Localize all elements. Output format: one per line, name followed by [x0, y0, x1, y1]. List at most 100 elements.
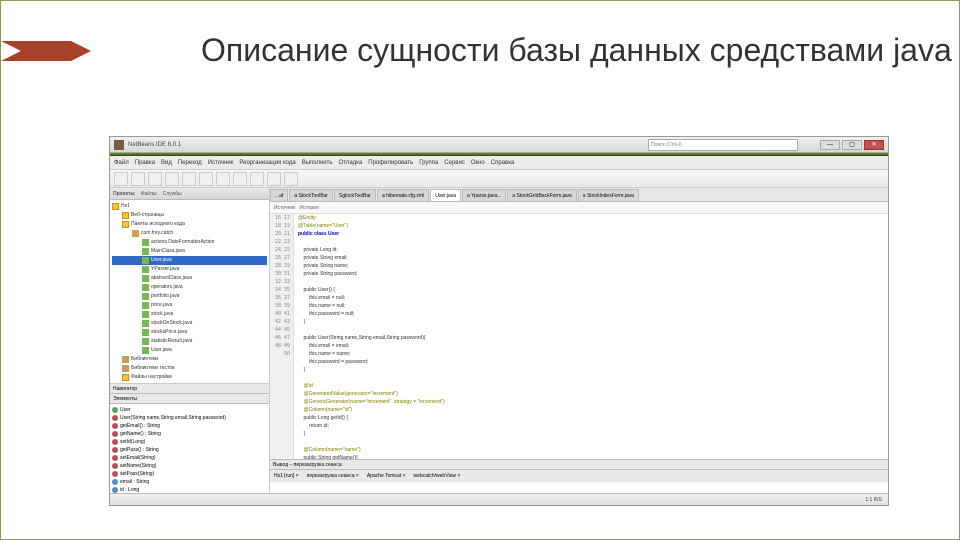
tree-item[interactable]: Пакеты исходного кода: [112, 220, 267, 229]
editor-tab[interactable]: a StockGridBackForm.java: [507, 189, 576, 201]
editor-tab[interactable]: a hibernate.cfg.xml: [377, 189, 429, 201]
tree-item[interactable]: Библиотеки: [112, 355, 267, 364]
menu-item[interactable]: Отладка: [339, 160, 363, 166]
nav-label: User(String name,String email,String pas…: [120, 414, 226, 422]
clean-build-icon[interactable]: [233, 172, 247, 186]
java-icon: [142, 329, 149, 336]
java-icon: [142, 239, 149, 246]
crumb-history[interactable]: История: [299, 205, 318, 211]
search-input[interactable]: Поиск (Ctrl+I): [648, 139, 798, 151]
output-tab[interactable]: webcatch/webView ×: [414, 473, 461, 479]
menu-item[interactable]: Сервис: [444, 160, 465, 166]
crumb-source[interactable]: Источник: [274, 205, 295, 211]
menu-item[interactable]: Переход: [178, 160, 202, 166]
tree-item[interactable]: MainClass.java: [112, 247, 267, 256]
menu-item[interactable]: Выполнить: [302, 160, 333, 166]
editor-tab[interactable]: a StockIndexForm.java: [578, 189, 639, 201]
tree-item[interactable]: stocksPrice.java: [112, 328, 267, 337]
nav-item[interactable]: getPass() : String: [112, 446, 267, 454]
tree-item[interactable]: price.java: [112, 301, 267, 310]
code-editor[interactable]: @Entity @Table(name="User") public class…: [294, 214, 888, 459]
debug-icon[interactable]: [267, 172, 281, 186]
slide-title: Описание сущности базы данных средствами…: [201, 31, 952, 69]
nav-item[interactable]: User: [112, 406, 267, 414]
profile-icon[interactable]: [284, 172, 298, 186]
toolbar: [110, 170, 888, 188]
menu-item[interactable]: Вид: [161, 160, 172, 166]
java-icon: [142, 302, 149, 309]
output-body: [270, 482, 888, 493]
java-icon: [142, 257, 149, 264]
lib-icon: [122, 356, 129, 363]
menu-item[interactable]: Правка: [135, 160, 155, 166]
menu-item[interactable]: Файл: [114, 160, 129, 166]
folder-icon: [112, 203, 119, 210]
menubar: Файл Правка Вид Переход Источник Реорганизаци…: [110, 156, 888, 170]
class-icon: [112, 407, 118, 413]
tree-item[interactable]: Веб-страницы: [112, 211, 267, 220]
navigator-sub[interactable]: Элементы: [110, 394, 269, 404]
tree-item[interactable]: Библиотеки тестов: [112, 364, 267, 373]
tree-item[interactable]: statisticResult.java: [112, 337, 267, 346]
method-icon: [112, 455, 118, 461]
output-tab[interactable]: Apache Tomcat ×: [367, 473, 406, 479]
menu-item[interactable]: Реорганизация кода: [239, 160, 295, 166]
menu-item[interactable]: Источник: [208, 160, 234, 166]
editor-tab[interactable]: SglockToolBar: [334, 189, 376, 201]
editor-tab[interactable]: a Yparse.java...: [462, 189, 506, 201]
editor-tab[interactable]: a StockToolBar: [289, 189, 333, 201]
build-icon[interactable]: [216, 172, 230, 186]
tree-item[interactable]: portfolio.java: [112, 292, 267, 301]
nav-item[interactable]: setPass(String): [112, 470, 267, 478]
tree-item[interactable]: actions.DateFormatterAction: [112, 238, 267, 247]
redo-icon[interactable]: [199, 172, 213, 186]
method-icon: [112, 471, 118, 477]
open-icon[interactable]: [148, 172, 162, 186]
tree-item[interactable]: Hs1: [112, 202, 267, 211]
nav-item[interactable]: setId(Long): [112, 438, 267, 446]
maximize-button[interactable]: ▢: [842, 140, 862, 150]
output-tab[interactable]: перезагрузка сеанса ×: [307, 473, 359, 479]
pkg-icon: [132, 230, 139, 237]
tree-item[interactable]: stock.java: [112, 310, 267, 319]
menu-item[interactable]: Окно: [471, 160, 485, 166]
nav-item[interactable]: getName() : String: [112, 430, 267, 438]
nav-item[interactable]: email : String: [112, 478, 267, 486]
tree-item[interactable]: User.java: [112, 346, 267, 355]
tree-item[interactable]: abstractClass.java: [112, 274, 267, 283]
tree-item[interactable]: com.frey.catch: [112, 229, 267, 238]
nav-item[interactable]: setEmail(String): [112, 454, 267, 462]
menu-item[interactable]: Справка: [491, 160, 515, 166]
tree-item[interactable]: stockOnStock.java: [112, 319, 267, 328]
menu-item[interactable]: Группа: [419, 160, 438, 166]
minimize-button[interactable]: —: [820, 140, 840, 150]
panel-tab[interactable]: Файлы: [141, 191, 157, 197]
nav-label: id : Long: [120, 486, 139, 493]
tree-item[interactable]: Файлы настройки: [112, 373, 267, 382]
undo-icon[interactable]: [182, 172, 196, 186]
tree-item[interactable]: operators.java: [112, 283, 267, 292]
tree-item[interactable]: YParser.java: [112, 265, 267, 274]
panel-tab[interactable]: Проекты: [113, 191, 135, 197]
nav-item[interactable]: getEmail() : String: [112, 422, 267, 430]
new-file-icon[interactable]: [114, 172, 128, 186]
navigator-header: Навигатор: [110, 384, 269, 394]
nav-item[interactable]: setName(String): [112, 462, 267, 470]
output-tabs: Hs1 [run] × перезагрузка сеанса × Apache T…: [270, 470, 888, 482]
close-button[interactable]: ✕: [864, 140, 884, 150]
nav-item[interactable]: id : Long: [112, 486, 267, 493]
titlebar[interactable]: NetBeans IDE 8.0.1 Поиск (Ctrl+I) — ▢ ✕: [110, 137, 888, 153]
run-icon[interactable]: [250, 172, 264, 186]
method-icon: [112, 431, 118, 437]
output-tab[interactable]: Hs1 [run] ×: [274, 473, 299, 479]
nav-item[interactable]: User(String name,String email,String pas…: [112, 414, 267, 422]
tree-label: Файлы настройки: [131, 373, 172, 382]
tree-item[interactable]: User.java: [112, 256, 267, 265]
nav-label: setId(Long): [120, 438, 145, 446]
editor-tab[interactable]: ...af: [270, 189, 288, 201]
panel-tab[interactable]: Службы: [163, 191, 182, 197]
save-all-icon[interactable]: [165, 172, 179, 186]
editor-tab[interactable]: User.java: [430, 189, 461, 201]
new-project-icon[interactable]: [131, 172, 145, 186]
menu-item[interactable]: Профилировать: [368, 160, 413, 166]
